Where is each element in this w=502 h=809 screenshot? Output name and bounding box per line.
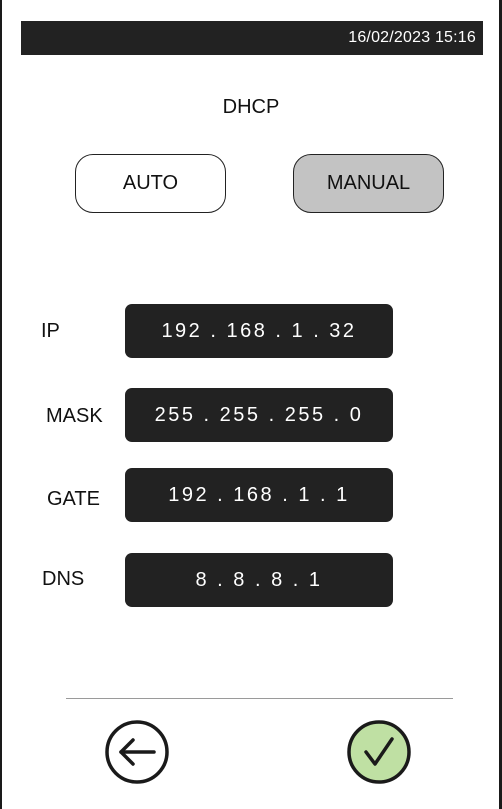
gate-field[interactable]: 192 . 168 . 1 . 1	[125, 468, 393, 522]
ip-label: IP	[41, 320, 60, 342]
mask-label: MASK	[46, 405, 103, 427]
check-circle-icon	[347, 720, 411, 784]
status-datetime: 16/02/2023 15:16	[348, 29, 476, 46]
page-title: DHCP	[222, 96, 280, 118]
dns-label: DNS	[42, 568, 85, 590]
status-bar: 16/02/2023 15:16	[21, 21, 483, 55]
arrow-left-circle-icon	[105, 720, 169, 784]
auto-mode-button[interactable]: AUTO	[75, 154, 226, 213]
mask-field[interactable]: 255 . 255 . 255 . 0	[125, 388, 393, 442]
confirm-button[interactable]	[345, 718, 413, 786]
dns-field[interactable]: 8 . 8 . 8 . 1	[125, 553, 393, 607]
footer-divider	[66, 698, 453, 699]
ip-field[interactable]: 192 . 168 . 1 . 32	[125, 304, 393, 358]
back-button[interactable]	[103, 718, 171, 786]
gate-label: GATE	[47, 488, 100, 510]
manual-mode-button[interactable]: MANUAL	[293, 154, 444, 213]
